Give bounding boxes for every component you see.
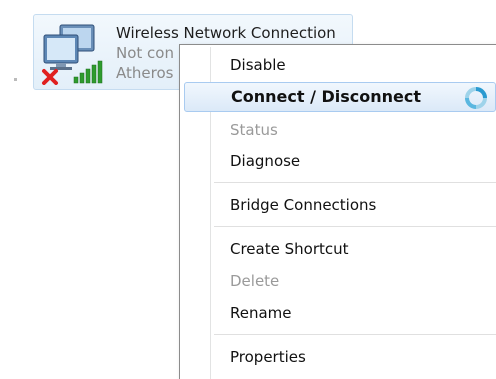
- signal-strength-icon: [73, 60, 103, 84]
- menu-item-connect-disconnect-label: Connect / Disconnect: [231, 87, 422, 106]
- menu-item-properties[interactable]: Properties: [182, 342, 496, 372]
- desktop-dot: [14, 78, 17, 81]
- menu-item-disable[interactable]: Disable: [182, 50, 496, 80]
- menu-separator: [214, 182, 496, 184]
- menu-separator: [214, 334, 496, 336]
- busy-spinner-icon: [463, 85, 489, 111]
- menu-separator: [214, 226, 496, 228]
- menu-item-bridge-connections[interactable]: Bridge Connections: [182, 190, 496, 220]
- wireless-network-icon: [40, 23, 108, 85]
- disconnected-x-icon: [42, 69, 58, 85]
- menu-item-rename[interactable]: Rename: [182, 298, 496, 328]
- menu-item-delete[interactable]: Delete: [182, 266, 496, 296]
- menu-item-connect-disconnect[interactable]: Connect / Disconnect: [184, 82, 496, 112]
- menu-item-status[interactable]: Status: [182, 115, 496, 145]
- menu-item-create-shortcut[interactable]: Create Shortcut: [182, 234, 496, 264]
- context-menu: Disable Connect / Disconnect Status Diag…: [179, 44, 496, 379]
- connection-name: Wireless Network Connection: [116, 24, 336, 42]
- menu-item-diagnose[interactable]: Diagnose: [182, 146, 496, 176]
